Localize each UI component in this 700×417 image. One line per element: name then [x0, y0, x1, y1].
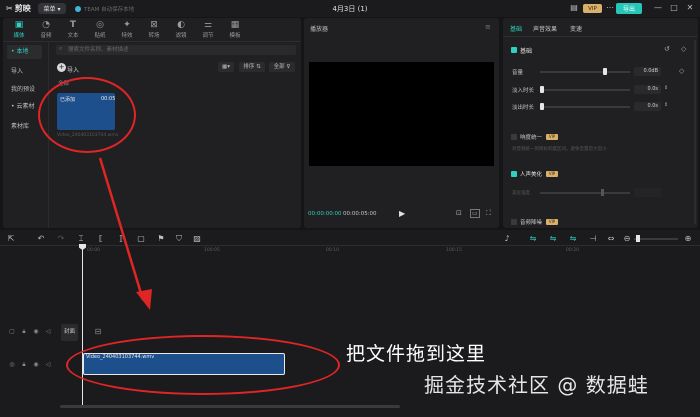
annotation-instruction: 把文件拖到这里 — [346, 343, 487, 365]
watermark: 掘金技术社区 @ 数据蛙 — [424, 373, 649, 397]
arrow-head-icon — [136, 289, 152, 310]
annotation-ellipse-target — [66, 335, 340, 395]
arrow-shaft — [98, 157, 145, 301]
